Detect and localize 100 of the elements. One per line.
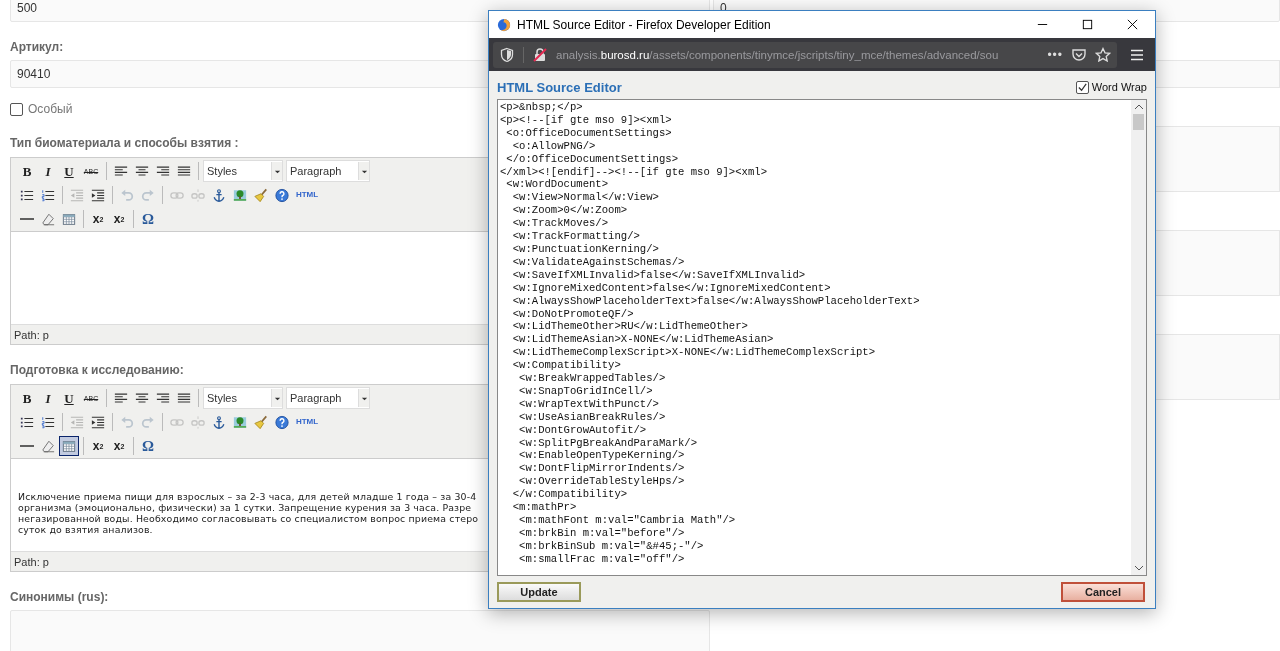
code-line: <w:WordDocument> xyxy=(505,178,609,192)
code-line: </xml><![endif]--><!--[if gte mso 9]><xml> xyxy=(500,165,767,179)
code-line: <w:BreakWrappedTables/> xyxy=(518,372,666,385)
insecure-lock-icon[interactable] xyxy=(532,46,548,63)
browser-logo-icon xyxy=(497,17,511,32)
code-line: <w:TrackFormatting/> xyxy=(511,230,640,243)
special-character-button[interactable]: Ω xyxy=(138,436,158,456)
code-line: <w:WrapTextWithPunct/> xyxy=(518,397,659,411)
help-icon xyxy=(275,187,289,203)
align-left-icon xyxy=(114,390,128,406)
align-center-icon xyxy=(135,163,149,179)
code-line: <w:PunctuationKerning/> xyxy=(511,242,659,256)
checkbox[interactable] xyxy=(10,102,23,116)
html-source-button[interactable]: HTML xyxy=(293,412,321,432)
scroll-down-icon[interactable] xyxy=(1133,563,1144,573)
field-label: Тип биоматериала и способы взятия : xyxy=(10,136,239,150)
help-icon xyxy=(275,414,289,430)
scroll-up-icon[interactable] xyxy=(1133,102,1144,112)
broken-chain-icon xyxy=(191,187,205,203)
tree-picture-icon xyxy=(233,187,247,203)
undo-icon xyxy=(120,414,134,430)
close-icon[interactable] xyxy=(1126,18,1139,32)
underline-button[interactable]: U xyxy=(59,388,79,408)
code-line: <w:SaveIfXMLInvalid>false</w:SaveIfXMLInvalid> xyxy=(511,268,806,282)
code-line: <w:DontGrowAutofit/> xyxy=(518,423,647,437)
field-label: Артикул: xyxy=(10,40,64,54)
code-line: <m:brkBinSub m:val="&#45;-"/> xyxy=(518,539,704,553)
code-line: <w:AlwaysShowPlaceholderText>false</w:AlwaysShowPlaceholderText> xyxy=(511,294,920,308)
page-actions-button[interactable]: ••• xyxy=(1047,47,1063,62)
broom-icon xyxy=(254,414,268,430)
maximize-icon[interactable] xyxy=(1081,18,1094,32)
redo-icon xyxy=(141,414,155,430)
table-icon xyxy=(62,438,76,454)
html-source-button[interactable]: HTML xyxy=(293,185,321,205)
dropdown[interactable]: Styles xyxy=(203,160,283,182)
code-line: <p>&nbsp;</p> xyxy=(500,101,583,114)
code-line: <w:LidThemeComplexScript>X-NONE</w:LidThemeComplexScript> xyxy=(511,346,876,360)
indent-icon xyxy=(91,187,105,203)
source-text-area[interactable] xyxy=(497,99,1147,576)
text-line: Исключение приема пищи для взрослых – за 2-3 часа, для детей младше 1 года – за 30-4 xyxy=(18,491,477,502)
bold-button[interactable]: B xyxy=(17,388,37,408)
align-left-icon xyxy=(114,163,128,179)
code-line: <w:IgnoreMixedContent>false</w:IgnoreMixedContent> xyxy=(511,281,831,295)
code-line: <m:brkBin m:val="before"/> xyxy=(518,526,685,540)
horizontal-rule-icon xyxy=(20,217,34,221)
code-line: <p><!--[if gte mso 9]><xml> xyxy=(500,113,672,127)
scrollbar[interactable] xyxy=(1131,100,1146,575)
code-line: <w:DoNotPromoteQF/> xyxy=(511,307,634,321)
code-line: <w:SplitPgBreakAndParaMark/> xyxy=(518,436,698,450)
code-line: <w:ValidateAgainstSchemas/> xyxy=(511,255,685,269)
update-button[interactable]: Update xyxy=(497,582,581,602)
outdent-icon xyxy=(70,187,84,203)
justify-icon xyxy=(177,390,191,406)
code-line: <w:EnableOpenTypeKerning/> xyxy=(518,449,685,463)
justify-icon xyxy=(177,163,191,179)
address-bar[interactable]: analysis.burosd.ru/assets/components/tinymce/jscripts/tiny_mce/themes/advanced/sou ••• xyxy=(493,41,1117,68)
shield-icon[interactable] xyxy=(499,46,515,63)
text-line: негазированной воды. Необходимо согласовывать со специалистом вопрос приема стеро xyxy=(18,513,479,524)
code-line: <m:mathPr> xyxy=(511,501,577,514)
pocket-icon[interactable] xyxy=(1071,46,1087,63)
align-center-icon xyxy=(135,390,149,406)
field-label: Подготовка к исследованию: xyxy=(10,363,184,377)
code-line: <w:TrackMoves/> xyxy=(511,217,609,231)
table-icon xyxy=(62,211,76,227)
bold-button[interactable]: B xyxy=(17,161,37,181)
field-label: Синонимы (rus): xyxy=(10,590,109,604)
broken-chain-icon xyxy=(191,414,205,430)
anchor-icon xyxy=(212,414,226,430)
broom-icon xyxy=(254,187,268,203)
superscript-button[interactable]: x$^{2}$ xyxy=(109,209,129,229)
checkbox-label: Word Wrap xyxy=(1091,81,1147,93)
cancel-button[interactable]: Cancel xyxy=(1061,582,1145,602)
checkbox[interactable] xyxy=(1075,80,1089,94)
align-right-icon xyxy=(156,390,170,406)
code-line: <w:Compatibility> xyxy=(511,359,621,373)
anchor-icon xyxy=(212,187,226,203)
numbered-list-icon xyxy=(41,414,55,430)
code-line: <w:SnapToGridInCell/> xyxy=(518,384,653,398)
code-line: <m:mathFont m:val="Cambria Math"/> xyxy=(518,514,736,527)
redo-icon xyxy=(141,187,155,203)
code-line: <w:OverrideTableStyleHps/> xyxy=(518,475,685,489)
italic-button[interactable]: I xyxy=(38,388,58,408)
scrollbar-thumb[interactable] xyxy=(1133,114,1144,130)
horizontal-rule-icon xyxy=(20,444,34,448)
code-line: <o:OfficeDocumentSettings> xyxy=(505,126,672,140)
outdent-icon xyxy=(70,414,84,430)
dropdown[interactable]: Paragraph xyxy=(286,160,370,182)
code-line: </w:Compatibility> xyxy=(511,488,628,502)
underline-button[interactable]: U xyxy=(59,161,79,181)
italic-button[interactable]: I xyxy=(38,161,58,181)
table-button[interactable] xyxy=(59,436,79,456)
star-icon[interactable] xyxy=(1095,46,1111,63)
dropdown[interactable]: Styles xyxy=(203,387,283,409)
text-line: суток до взятия анализов. xyxy=(18,524,153,535)
special-character-button[interactable]: Ω xyxy=(138,209,158,229)
code-line: <w:View>Normal</w:View> xyxy=(511,191,659,205)
superscript-button[interactable]: x$^{2}$ xyxy=(109,436,129,456)
dropdown[interactable]: Paragraph xyxy=(286,387,370,409)
code-line: </o:OfficeDocumentSettings> xyxy=(505,152,678,166)
checkbox-label: Особый xyxy=(28,102,73,116)
